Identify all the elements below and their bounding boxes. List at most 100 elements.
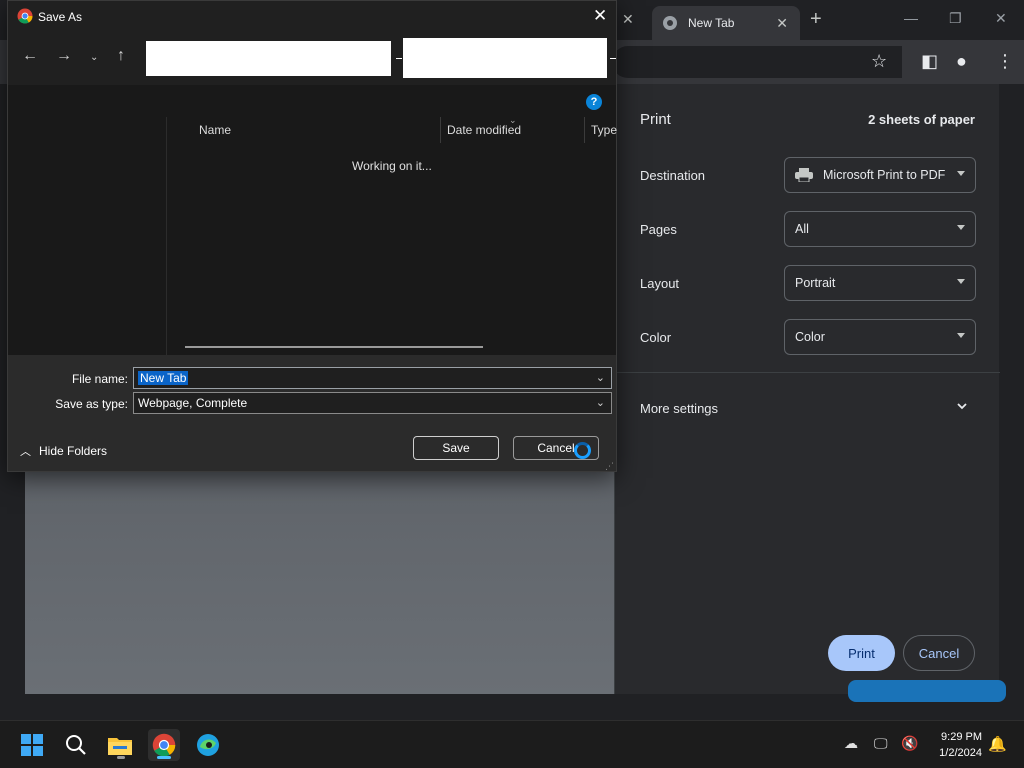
busy-cursor-icon <box>574 442 591 459</box>
file-list[interactable]: Name ⌄ Date modified Type Working on it.… <box>167 115 617 355</box>
close-icon[interactable]: ✕ <box>593 6 607 26</box>
dropdown-caret-icon <box>957 279 965 284</box>
network-icon[interactable]: 🖵 <box>874 735 888 752</box>
chrome-taskbar-button[interactable] <box>148 729 180 761</box>
file-name-value: New Tab <box>138 371 189 385</box>
file-name-input[interactable]: New Tab ⌄ <box>133 367 612 389</box>
recent-locations-chevron-icon[interactable]: ⌄ <box>90 52 98 63</box>
chevron-down-icon[interactable] <box>956 400 968 412</box>
help-icon[interactable]: ? <box>586 94 602 110</box>
hide-folders-label: Hide Folders <box>39 444 108 458</box>
destination-value: Microsoft Print to PDF <box>823 168 946 182</box>
column-divider[interactable] <box>584 117 585 143</box>
clock-date: 1/2/2024 <box>939 747 982 759</box>
more-settings-toggle[interactable]: More settings <box>640 401 718 416</box>
pages-select[interactable]: All <box>784 211 976 247</box>
resize-grip-icon[interactable]: ⋰ <box>605 461 614 472</box>
save-as-type-value: Webpage, Complete <box>138 396 248 410</box>
column-header-date-modified[interactable]: Date modified <box>447 123 521 137</box>
layout-label: Layout <box>640 276 680 291</box>
side-panel-icon[interactable]: ◧ <box>921 51 938 72</box>
save-as-type-label: Save as type: <box>55 397 128 411</box>
menu-kebab-icon[interactable]: ⋮ <box>996 51 1014 72</box>
start-button[interactable] <box>16 729 48 761</box>
column-header-name[interactable]: Name <box>199 123 231 137</box>
divider <box>615 372 1000 373</box>
divider <box>610 58 616 59</box>
chrome-favicon-icon <box>663 16 677 30</box>
layout-select[interactable]: Portrait <box>784 265 976 301</box>
chrome-icon <box>17 8 33 24</box>
command-bar: ? <box>8 85 616 117</box>
dropdown-caret-icon <box>957 333 965 338</box>
divider <box>396 58 402 59</box>
windows-logo-icon <box>21 734 43 756</box>
running-indicator <box>117 756 125 759</box>
up-arrow-icon[interactable]: ↑ <box>117 47 125 65</box>
close-tab-icon[interactable]: ✕ <box>622 11 634 28</box>
volume-muted-icon[interactable]: 🔇 <box>901 735 918 752</box>
sheet-count: 2 sheets of paper <box>868 112 975 127</box>
navigation-pane[interactable] <box>8 117 167 355</box>
new-tab-plus-icon[interactable]: + <box>810 8 822 31</box>
running-indicator <box>157 756 171 759</box>
forward-arrow-icon[interactable]: → <box>56 47 72 65</box>
pages-label: Pages <box>640 222 677 237</box>
taskbar: ☁ 🖵 🔇 9:29 PM 1/2/2024 🔔 <box>0 720 1024 768</box>
pages-value: All <box>795 222 809 236</box>
tab-title: New Tab <box>688 16 735 30</box>
chrome-icon <box>152 733 176 757</box>
save-as-type-select[interactable]: Webpage, Complete ⌄ <box>133 392 612 414</box>
chevron-up-icon: ︿ <box>20 446 31 458</box>
address-bar[interactable] <box>146 41 391 76</box>
layout-value: Portrait <box>795 276 836 290</box>
destination-select[interactable]: Microsoft Print to PDF <box>784 157 976 193</box>
search-input[interactable] <box>403 38 607 78</box>
omnibox[interactable] <box>612 46 902 78</box>
dialog-bottom-panel: File name: New Tab ⌄ Save as type: Webpa… <box>8 355 616 471</box>
hide-folders-button[interactable]: ︿ Hide Folders <box>20 443 107 459</box>
print-button[interactable]: Print <box>828 635 895 671</box>
horizontal-scrollbar[interactable] <box>185 346 483 348</box>
edge-icon <box>197 734 219 756</box>
file-name-label: File name: <box>71 372 128 386</box>
tab-new-tab[interactable]: New Tab ✕ <box>652 6 800 40</box>
notification-strip <box>848 680 1006 702</box>
color-select[interactable]: Color <box>784 319 976 355</box>
clock[interactable]: 9:29 PM 1/2/2024 <box>926 729 982 761</box>
cancel-print-button[interactable]: Cancel <box>903 635 975 671</box>
dropdown-caret-icon <box>957 171 965 176</box>
file-explorer-button[interactable] <box>104 729 136 761</box>
column-divider[interactable] <box>440 117 441 143</box>
notification-bell-icon[interactable]: 🔔 <box>988 735 1007 753</box>
profile-icon[interactable]: ● <box>956 51 967 72</box>
column-header-type[interactable]: Type <box>591 123 617 137</box>
chevron-down-icon[interactable]: ⌄ <box>596 371 605 384</box>
color-label: Color <box>640 330 672 345</box>
search-button[interactable] <box>60 729 92 761</box>
bookmark-star-icon[interactable]: ☆ <box>871 51 887 72</box>
dialog-title: Save As <box>38 10 83 24</box>
print-settings-panel: Print 2 sheets of paper Destination Micr… <box>614 84 1000 694</box>
printer-icon <box>795 168 813 182</box>
status-text: Working on it... <box>352 159 432 173</box>
save-as-dialog: Save As ✕ ← → ⌄ ↑ ? Name ⌄ Date modified… <box>7 0 617 472</box>
minimize-icon[interactable]: — <box>904 10 918 26</box>
color-value: Color <box>795 330 825 344</box>
file-explorer-icon <box>108 738 132 755</box>
back-arrow-icon[interactable]: ← <box>22 47 38 65</box>
restore-icon[interactable]: ❐ <box>949 10 962 27</box>
chevron-down-icon[interactable]: ⌄ <box>596 396 605 409</box>
close-icon[interactable]: ✕ <box>776 15 788 32</box>
dropdown-caret-icon <box>957 225 965 230</box>
save-button[interactable]: Save <box>413 436 499 460</box>
edge-button[interactable] <box>192 729 224 761</box>
search-icon <box>66 735 86 755</box>
clock-time: 9:29 PM <box>941 731 982 743</box>
print-title: Print <box>640 111 671 128</box>
window-close-icon[interactable]: ✕ <box>995 10 1007 27</box>
dialog-titlebar: Save As ✕ <box>8 1 616 33</box>
destination-label: Destination <box>640 168 706 183</box>
dialog-nav-bar: ← → ⌄ ↑ <box>8 33 616 85</box>
onedrive-offline-icon[interactable]: ☁ <box>844 735 858 752</box>
